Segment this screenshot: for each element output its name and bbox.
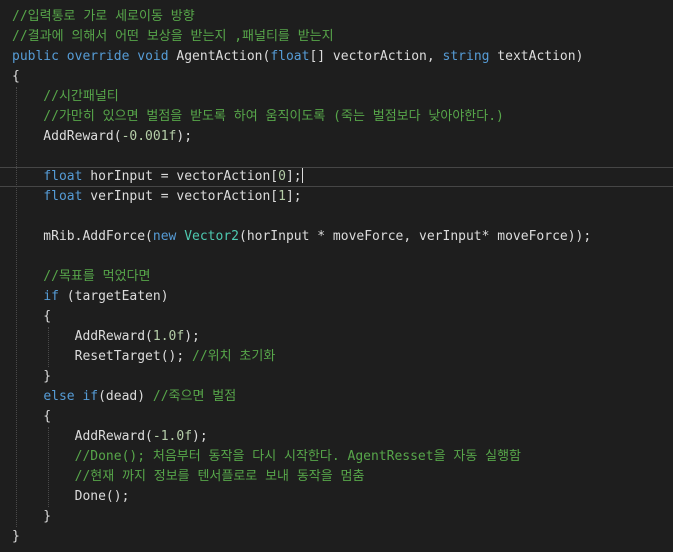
code-line[interactable]: //목표를 먹었다면	[12, 267, 151, 287]
code-line[interactable]: //시간패널티	[12, 87, 119, 107]
code-token: }	[12, 509, 52, 524]
code-token: {	[12, 309, 52, 324]
code-token: mRib.AddForce(	[12, 229, 153, 244]
code-line[interactable]: //Done(); 처음부터 동작을 다시 시작한다. AgentResset을…	[12, 447, 521, 467]
code-token: }	[12, 529, 20, 544]
code-token: AddReward(	[12, 129, 122, 144]
code-line[interactable]: AddReward(-1.0f);	[12, 427, 208, 447]
code-line[interactable]: else if(dead) //죽으면 벌점	[12, 387, 236, 407]
code-line[interactable]: //가만히 있으면 벌점을 받도록 하여 움직이도록 (죽는 벌점보다 낮아야한…	[12, 107, 504, 127]
code-token: {	[12, 69, 20, 84]
code-token: float	[270, 49, 310, 64]
code-token: else	[43, 389, 75, 404]
code-line[interactable]: //현재 까지 정보를 텐서플로로 보내 동작을 멈춤	[12, 467, 365, 487]
code-token: AddReward(	[12, 329, 153, 344]
code-line[interactable]: {	[12, 407, 51, 427]
code-token: textAction)	[489, 49, 584, 64]
code-token: //Done(); 처음부터 동작을 다시 시작한다. AgentResset을…	[12, 449, 521, 464]
code-token: (dead)	[98, 389, 153, 404]
code-token: );	[176, 129, 193, 144]
code-token: (horInput * moveForce, verInput* moveFor…	[239, 229, 592, 244]
code-line[interactable]: ResetTarget(); //위치 초기화	[12, 347, 276, 367]
code-line[interactable]: Done();	[12, 487, 130, 507]
code-token: ];	[285, 189, 302, 204]
code-token: [] vectorAction,	[309, 49, 443, 64]
code-line[interactable]: {	[12, 67, 20, 87]
code-token: ];	[285, 169, 302, 184]
code-token: if	[43, 289, 59, 304]
code-line[interactable]: mRib.AddForce(new Vector2(horInput * mov…	[12, 227, 591, 247]
code-token: (targetEaten)	[58, 289, 169, 304]
code-line[interactable]: }	[12, 507, 51, 527]
code-token: string	[442, 49, 490, 64]
code-line[interactable]: public override void AgentAction(float[]…	[12, 47, 583, 67]
code-token: 0	[278, 169, 286, 184]
code-token: if	[82, 389, 99, 404]
code-token: 1	[278, 189, 286, 204]
code-token: -0.001f	[121, 129, 177, 144]
code-token: verInput = vectorAction[	[82, 189, 279, 204]
code-line[interactable]: AddReward(-0.001f);	[12, 127, 192, 147]
code-line[interactable]: AddReward(1.0f);	[12, 327, 200, 347]
code-token: );	[192, 429, 208, 444]
code-line[interactable]: //결과에 의해서 어떤 보상을 받는지 ,패널티를 받는지	[12, 27, 334, 47]
code-token: AddReward(	[12, 429, 153, 444]
code-line[interactable]: float verInput = vectorAction[1];	[12, 187, 302, 207]
code-token: override	[66, 49, 130, 64]
code-line[interactable]: }	[12, 527, 20, 547]
code-line[interactable]: {	[12, 307, 51, 327]
code-line[interactable]: float horInput = vectorAction[0];	[12, 167, 303, 187]
code-token: Done();	[12, 489, 130, 504]
code-line[interactable]: //입력통로 가로 세로이동 방향	[12, 7, 195, 27]
code-token: {	[12, 409, 52, 424]
code-line[interactable]: }	[12, 367, 51, 387]
code-token: ResetTarget();	[12, 349, 193, 364]
code-token: -1.0f	[152, 429, 193, 444]
code-token: //결과에 의해서 어떤 보상을 받는지 ,패널티를 받는지	[12, 29, 334, 44]
code-token: //죽으면 벌점	[152, 389, 237, 404]
code-token: float	[43, 189, 83, 204]
code-token: new	[152, 229, 177, 244]
code-token: );	[184, 329, 200, 344]
text-caret	[301, 168, 303, 183]
code-token: //가만히 있으면 벌점을 받도록 하여 움직이도록 (죽는 벌점보다 낮아야한…	[12, 109, 504, 124]
code-line[interactable]: if (targetEaten)	[12, 287, 169, 307]
code-token: //현재 까지 정보를 텐서플로로 보내 동작을 멈춤	[12, 469, 365, 484]
code-token: //입력통로 가로 세로이동 방향	[12, 9, 195, 24]
code-token: void	[137, 49, 169, 64]
code-token: Vector2	[184, 229, 239, 244]
code-token: AgentAction(	[168, 49, 271, 64]
code-token: //위치 초기화	[192, 349, 276, 364]
code-token: float	[43, 169, 83, 184]
code-token: public	[12, 49, 59, 64]
code-editor[interactable]: //입력통로 가로 세로이동 방향 //결과에 의해서 어떤 보상을 받는지 ,패…	[0, 0, 673, 552]
code-token: 1.0f	[152, 329, 185, 344]
code-token: //시간패널티	[12, 89, 119, 104]
code-token: horInput = vectorAction[	[82, 169, 279, 184]
code-token: //목표를 먹었다면	[12, 269, 151, 284]
code-token: }	[12, 369, 52, 384]
